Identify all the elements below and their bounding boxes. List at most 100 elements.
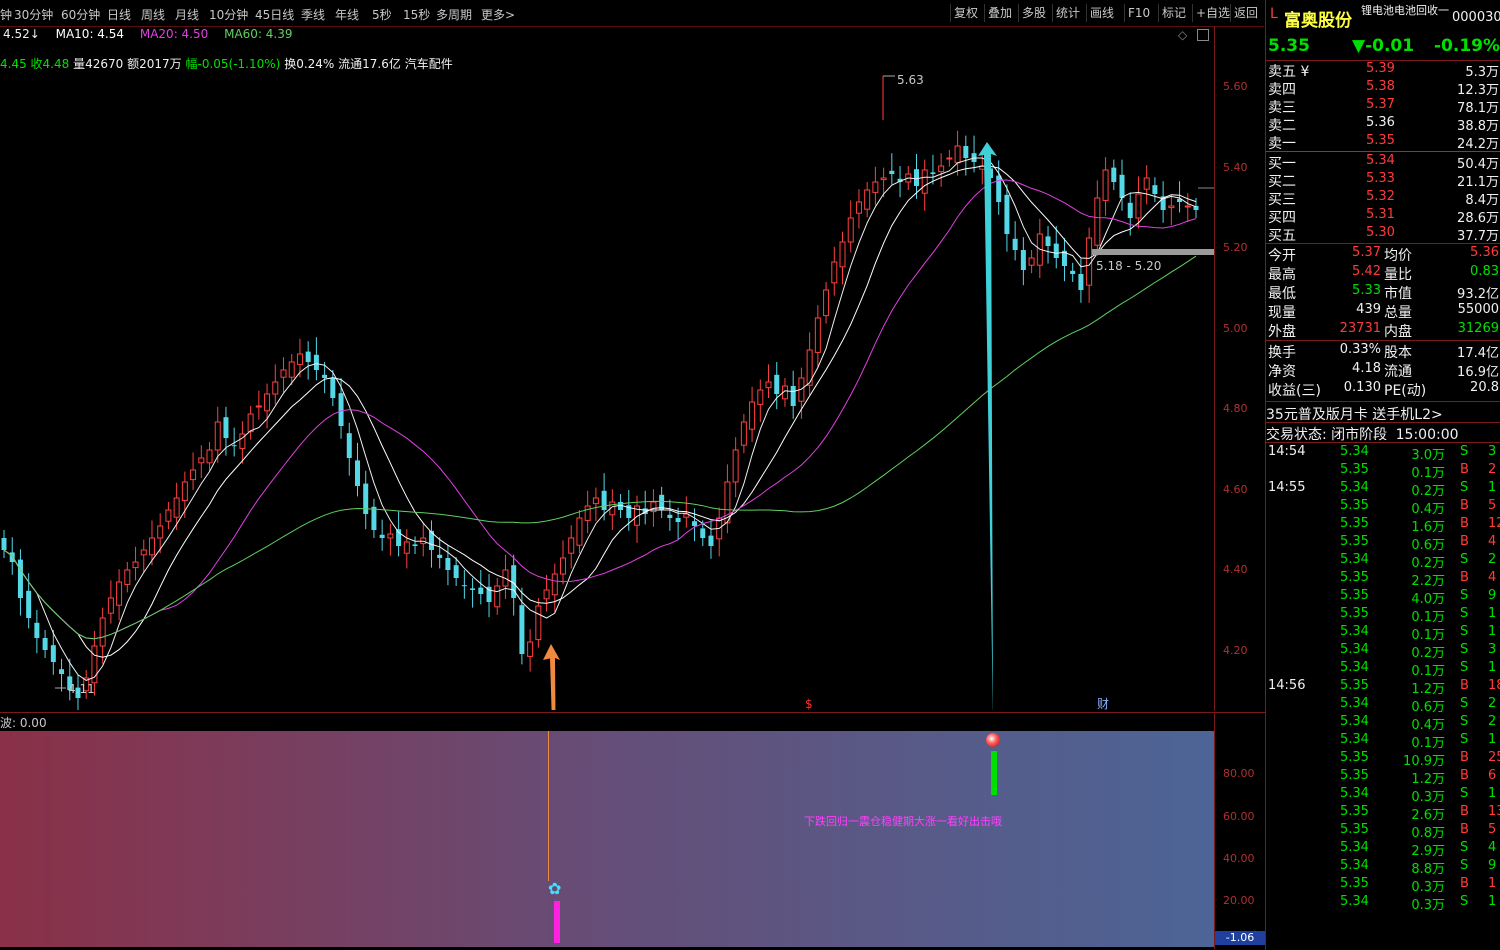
bid-volume: 8.4万: [1465, 193, 1499, 208]
ask-label: 卖二: [1268, 118, 1296, 134]
tick-volume: 1.2万: [1411, 682, 1445, 697]
candle: [1177, 181, 1183, 213]
green-signal-bar: [991, 751, 997, 795]
tick-row: 5.34 8.8万 S 9: [1266, 858, 1500, 877]
tick-count: 3: [1488, 642, 1497, 657]
candle: [140, 539, 147, 573]
ask-volume: 5.3万: [1465, 65, 1499, 80]
multi-stock-button[interactable]: 多股: [1018, 4, 1049, 22]
tick-count: 18: [1488, 678, 1500, 693]
candle: [363, 470, 369, 530]
ask-price: 5.39: [1366, 61, 1395, 76]
stat-value: 20.8: [1470, 380, 1499, 395]
candle: [1102, 157, 1109, 216]
float-text: 流通17.6亿: [338, 57, 401, 71]
candle: [757, 379, 764, 422]
period-tab-quarter[interactable]: 季线: [301, 6, 325, 23]
tick-price: 5.34: [1340, 624, 1369, 639]
candle: [173, 482, 180, 530]
tick-count: 6: [1488, 768, 1497, 783]
price-tick: 4.80: [1223, 402, 1248, 415]
back-button[interactable]: 返回: [1230, 4, 1261, 22]
price-row: 5.35 ▼-0.01 -0.19%: [1266, 36, 1500, 58]
low-label: 4.11: [68, 682, 95, 696]
promo-link[interactable]: 35元普及版月卡 送手机L2>: [1266, 404, 1500, 423]
candle: [946, 150, 953, 167]
tick-count: 25: [1488, 750, 1500, 765]
period-tab-60min[interactable]: 60分钟: [61, 6, 100, 23]
tick-volume: 10.9万: [1403, 754, 1445, 769]
candle: [379, 519, 385, 551]
price-tick: 4.20: [1223, 644, 1248, 657]
period-tab-more[interactable]: 更多>: [481, 6, 515, 23]
candle: [354, 442, 360, 497]
period-tab-15s[interactable]: 15秒: [403, 6, 430, 23]
overlay-button[interactable]: 叠加: [984, 4, 1015, 22]
tick-volume: 0.3万: [1411, 898, 1445, 913]
period-tab-45day[interactable]: 45日线: [255, 6, 294, 23]
period-tab-daily[interactable]: 日线: [107, 6, 131, 23]
candlestick-chart[interactable]: 5.63 4.11 5.18 - 5.20 $ 财: [0, 70, 1214, 710]
period-tab-monthly[interactable]: 月线: [175, 6, 199, 23]
ma20-value: MA20: 4.50: [139, 27, 209, 41]
f10-button[interactable]: F10: [1124, 4, 1153, 22]
tick-row: 5.35 0.4万 B 5: [1266, 498, 1500, 517]
magenta-signal-bar: [554, 901, 560, 943]
candle: [560, 540, 567, 585]
tick-price: 5.34: [1340, 660, 1369, 675]
period-tab-10min[interactable]: 10分钟: [209, 6, 248, 23]
period-tab-multi[interactable]: 多周期: [436, 6, 472, 23]
bar-info-line: 4.45 收4.48 量42670 额2017万 幅-0.05(-1.10%) …: [0, 55, 453, 71]
tick-price: 5.34: [1340, 840, 1369, 855]
tick-price: 5.34: [1340, 786, 1369, 801]
period-tab-0[interactable]: 钟: [0, 6, 12, 23]
adjust-button[interactable]: 复权: [950, 4, 981, 22]
mark-button[interactable]: 标记: [1158, 4, 1189, 22]
tick-volume: 0.4万: [1411, 718, 1445, 733]
period-tab-weekly[interactable]: 周线: [141, 6, 165, 23]
ask-volume: 38.8万: [1457, 119, 1499, 134]
period-tab-5s[interactable]: 5秒: [372, 6, 392, 23]
candle: [814, 305, 821, 368]
statistics-button[interactable]: 统计: [1052, 4, 1083, 22]
candle: [1004, 184, 1010, 252]
maximize-icon[interactable]: [1197, 29, 1209, 41]
tick-row: 5.34 0.3万 S 1: [1266, 894, 1500, 913]
tick-side: S: [1460, 840, 1469, 855]
bid-label: 买四: [1268, 210, 1296, 226]
period-tab-year[interactable]: 年线: [335, 6, 359, 23]
tick-side: B: [1460, 678, 1469, 693]
candle: [17, 549, 23, 616]
diamond-icon[interactable]: ◇: [1178, 28, 1187, 42]
tick-count: 2: [1488, 714, 1497, 729]
ask-row: 卖四 5.38 12.3万: [1266, 79, 1500, 98]
tick-row: 5.34 0.2万 S 2: [1266, 552, 1500, 571]
tick-side: S: [1460, 444, 1469, 459]
tick-volume: 0.4万: [1411, 502, 1445, 517]
tick-side: S: [1460, 588, 1469, 603]
tick-price: 5.35: [1340, 768, 1369, 783]
stat-value: 93.2亿: [1457, 287, 1499, 302]
stat-label: 流通: [1384, 364, 1412, 380]
tick-row: 5.35 1.6万 B 12: [1266, 516, 1500, 535]
draw-line-button[interactable]: 画线: [1086, 4, 1117, 22]
candle: [124, 562, 131, 593]
stats-row: 今开 5.37 均价 5.36: [1266, 245, 1500, 264]
candle: [798, 367, 805, 419]
stat-label: 均价: [1384, 248, 1412, 264]
indicator-panel[interactable]: ✿ 下跌回归一震仓稳健期大涨一看好出击哦: [0, 731, 1214, 947]
tick-side: B: [1460, 534, 1469, 549]
period-tab-30min[interactable]: 30分钟: [14, 6, 53, 23]
candle: [313, 337, 319, 381]
tick-row: 5.35 0.1万 S 1: [1266, 606, 1500, 625]
add-watchlist-button[interactable]: +自选: [1192, 4, 1233, 22]
amount-text: 额2017万: [127, 57, 182, 71]
bid-row: 买四 5.31 28.6万: [1266, 207, 1500, 226]
candle: [1028, 250, 1035, 274]
candle: [938, 153, 945, 187]
price-change-pct: -0.19%: [1434, 36, 1500, 56]
tick-count: 1: [1488, 606, 1497, 621]
price-tick: 4.60: [1223, 483, 1248, 496]
candle: [642, 490, 648, 525]
ask-row: 卖三 5.37 78.1万: [1266, 97, 1500, 116]
